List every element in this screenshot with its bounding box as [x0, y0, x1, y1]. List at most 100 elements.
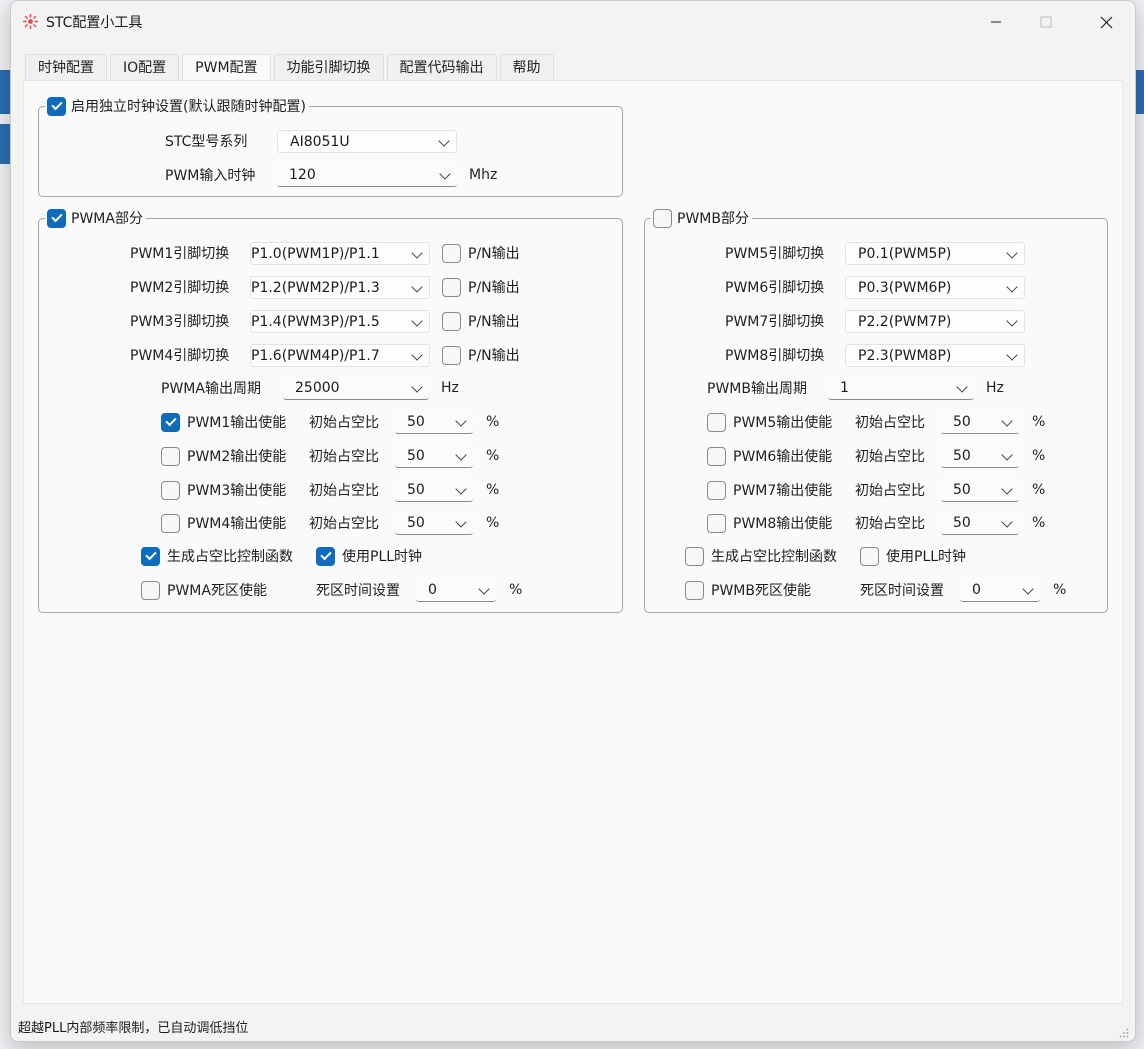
pwm4-duty-select[interactable]: 50 — [395, 511, 473, 535]
input-clock-label: PWM输入时钟 — [165, 168, 256, 184]
pwmb-pll-checkbox[interactable] — [860, 546, 879, 566]
pwma-deadzone-checkbox[interactable] — [141, 580, 160, 600]
pin-select-pwm2[interactable]: P1.2(PWM2P)/P1.3 — [250, 275, 430, 299]
pwm7-duty-select[interactable]: 50 — [941, 478, 1019, 502]
pwm3-enable-checkbox[interactable] — [161, 480, 180, 500]
independent-clock-legend[interactable]: 启用独立时钟设置(默认跟随时钟配置) — [45, 95, 309, 117]
input-clock-select[interactable]: 120 — [277, 163, 457, 187]
tab-clock-config[interactable]: 时钟配置 — [25, 54, 107, 80]
pwm8-duty-select[interactable]: 50 — [941, 511, 1019, 535]
pn-output-pwm2[interactable]: P/N输出 — [442, 277, 520, 297]
pwm2-enable-checkbox[interactable] — [161, 446, 180, 466]
pwm6-duty-select[interactable]: 50 — [941, 444, 1019, 468]
pwma-pll[interactable]: 使用PLL时钟 — [316, 546, 422, 566]
pin-label: PWM2引脚切换 — [130, 280, 230, 296]
pwm-config-panel: 启用独立时钟设置(默认跟随时钟配置) STC型号系列 AI8051U PWM输入… — [23, 80, 1123, 1004]
pwmb-gen-func[interactable]: 生成占空比控制函数 — [685, 546, 860, 566]
resize-grip-icon[interactable] — [1119, 1028, 1129, 1038]
independent-clock-group: 启用独立时钟设置(默认跟随时钟配置) STC型号系列 AI8051U PWM输入… — [38, 95, 623, 197]
pn-output-label: P/N输出 — [468, 314, 520, 330]
pin-select-pwm7[interactable]: P2.2(PWM7P) — [845, 309, 1025, 333]
tab-pwm-config[interactable]: PWM配置 — [182, 54, 271, 81]
pwm4-enable-label: PWM4输出使能 — [187, 516, 287, 532]
pwma-deadzone[interactable]: PWMA死区使能 — [141, 580, 316, 600]
pin-select-pwm3[interactable]: P1.4(PWM3P)/P1.5 — [250, 309, 430, 333]
pwmb-gen-func-label: 生成占空比控制函数 — [711, 549, 837, 565]
pn-output-pwm1[interactable]: P/N输出 — [442, 243, 520, 263]
tab-help[interactable]: 帮助 — [499, 54, 554, 80]
duty-label: 初始占空比 — [855, 516, 925, 532]
duty-unit: % — [1032, 414, 1046, 430]
duty-value: 50 — [953, 481, 971, 498]
pin-value: P2.2(PWM7P) — [858, 313, 952, 330]
pwm1-enable-checkbox[interactable] — [161, 412, 180, 432]
pwm7-enable-checkbox[interactable] — [707, 480, 726, 500]
pwm6-enable[interactable]: PWM6输出使能 — [707, 446, 855, 466]
pwm6-enable-checkbox[interactable] — [707, 446, 726, 466]
pwm3-duty-select[interactable]: 50 — [395, 478, 473, 502]
pwm2-duty-select[interactable]: 50 — [395, 444, 473, 468]
maximize-button[interactable] — [1017, 1, 1075, 43]
pin-value: P1.4(PWM3P)/P1.5 — [251, 313, 380, 330]
pwmb-deadtime-select[interactable]: 0 — [960, 578, 1040, 602]
pwma-pll-checkbox[interactable] — [316, 546, 335, 566]
pn-output-pwm3[interactable]: P/N输出 — [442, 311, 520, 331]
model-select[interactable]: AI8051U — [277, 129, 457, 153]
duty-unit: % — [486, 482, 500, 498]
pwma-options-row: 生成占空比控制函数 使用PLL时钟 — [141, 544, 422, 568]
pwma-deadtime-select[interactable]: 0 — [416, 578, 496, 602]
close-button[interactable] — [1077, 1, 1135, 43]
pin-select-pwm1[interactable]: P1.0(PWM1P)/P1.1 — [250, 241, 430, 265]
tab-pin-switch[interactable]: 功能引脚切换 — [273, 54, 384, 80]
independent-clock-checkbox[interactable] — [47, 96, 66, 116]
duty-label: 初始占空比 — [855, 449, 925, 465]
pwm5-enable[interactable]: PWM5输出使能 — [707, 412, 855, 432]
pwmb-pll[interactable]: 使用PLL时钟 — [860, 546, 966, 566]
pwm5-enable-checkbox[interactable] — [707, 412, 726, 432]
pwm4-enable[interactable]: PWM4输出使能 — [161, 513, 309, 533]
pwma-deadzone-row: PWMA死区使能 死区时间设置 0 % — [141, 578, 522, 602]
chevron-down-icon — [455, 448, 467, 461]
pwmb-gen-func-checkbox[interactable] — [685, 546, 704, 566]
maximize-icon — [1040, 16, 1052, 28]
pn-output-checkbox[interactable] — [442, 277, 461, 297]
pwm3-enable[interactable]: PWM3输出使能 — [161, 480, 309, 500]
duty-value: 50 — [953, 413, 971, 430]
pwmb-legend[interactable]: PWMB部分 — [651, 207, 752, 229]
pwma-legend[interactable]: PWMA部分 — [45, 207, 146, 229]
tab-code-output[interactable]: 配置代码输出 — [386, 54, 497, 80]
pn-output-checkbox[interactable] — [442, 345, 461, 365]
pwma-gen-func[interactable]: 生成占空比控制函数 — [141, 546, 316, 566]
pin-select-pwm5[interactable]: P0.1(PWM5P) — [845, 241, 1025, 265]
pwm5-duty-select[interactable]: 50 — [941, 410, 1019, 434]
pwma-period-select[interactable]: 25000 — [283, 376, 429, 400]
pin-select-pwm6[interactable]: P0.3(PWM6P) — [845, 275, 1025, 299]
pwma-checkbox[interactable] — [47, 208, 66, 228]
pin-select-pwm8[interactable]: P2.3(PWM8P) — [845, 343, 1025, 367]
pn-output-label: P/N输出 — [468, 246, 520, 262]
status-bar: 超越PLL内部频率限制，已自动调低挡位 — [11, 1016, 1135, 1041]
pwm1-duty-select[interactable]: 50 — [395, 410, 473, 434]
minimize-icon — [991, 21, 1001, 23]
pwmb-deadzone-checkbox[interactable] — [685, 580, 704, 600]
pwm7-enable[interactable]: PWM7输出使能 — [707, 480, 855, 500]
pwmb-checkbox[interactable] — [653, 208, 672, 228]
pn-output-pwm4[interactable]: P/N输出 — [442, 345, 520, 365]
pin-value: P1.2(PWM2P)/P1.3 — [251, 279, 380, 296]
pin-select-pwm4[interactable]: P1.6(PWM4P)/P1.7 — [250, 343, 430, 367]
pwm2-enable[interactable]: PWM2输出使能 — [161, 446, 309, 466]
pwmb-deadzone[interactable]: PWMB死区使能 — [685, 580, 860, 600]
pwm4-enable-checkbox[interactable] — [161, 513, 180, 533]
pn-output-checkbox[interactable] — [442, 311, 461, 331]
tab-io-config[interactable]: IO配置 — [110, 54, 180, 80]
pwm8-enable[interactable]: PWM8输出使能 — [707, 513, 855, 533]
pin-label: PWM1引脚切换 — [130, 246, 230, 262]
pn-output-checkbox[interactable] — [442, 243, 461, 263]
pwmb-period-label: PWMB输出周期 — [707, 381, 807, 397]
pwm8-enable-checkbox[interactable] — [707, 513, 726, 533]
duty-label: 初始占空比 — [309, 516, 379, 532]
pwmb-channel-row: PWM6输出使能 初始占空比 50 % — [707, 444, 1045, 468]
pwm1-enable[interactable]: PWM1输出使能 — [161, 412, 309, 432]
pwma-gen-func-checkbox[interactable] — [141, 546, 160, 566]
pwmb-period-select[interactable]: 1 — [828, 376, 974, 400]
